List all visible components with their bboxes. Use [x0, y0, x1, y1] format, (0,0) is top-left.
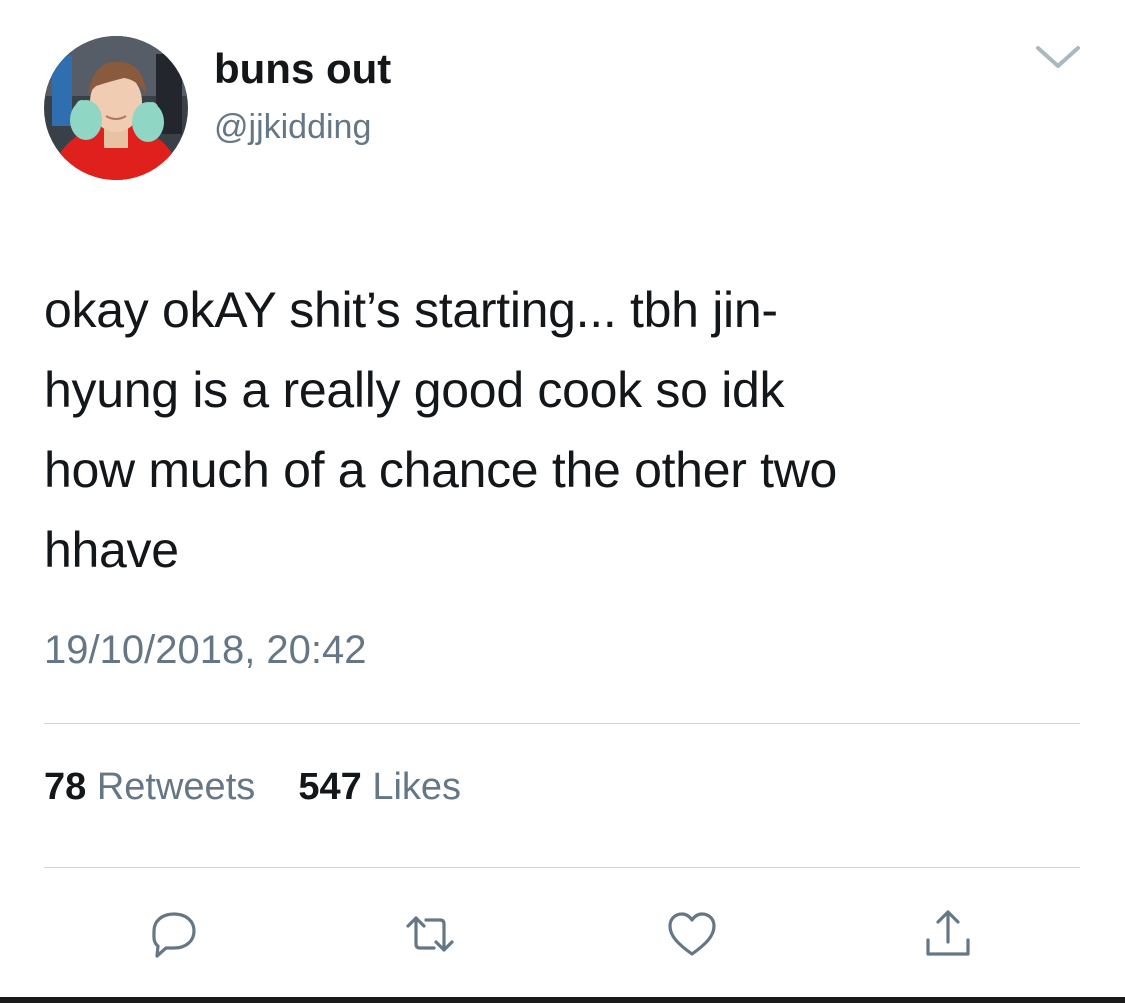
- likes-count: 547: [298, 766, 362, 808]
- likes-label: Likes: [372, 766, 462, 808]
- tweet-text: okay okAY shit’s starting... tbh jin- hy…: [44, 282, 838, 578]
- bottom-edge-bar: [0, 997, 1125, 1003]
- share-icon[interactable]: [920, 906, 976, 962]
- retweet-icon[interactable]: [402, 906, 458, 962]
- author-handle[interactable]: @jjkidding: [214, 106, 371, 148]
- tweet-card: buns out @jjkidding okay okAY shit’s sta…: [0, 0, 1125, 1003]
- author-display-name[interactable]: buns out: [214, 44, 391, 94]
- likes-stat[interactable]: 547 Likes: [288, 766, 461, 808]
- like-heart-icon[interactable]: [664, 906, 720, 962]
- author-avatar[interactable]: [44, 36, 188, 180]
- avatar-image: [44, 36, 188, 180]
- divider: [44, 867, 1080, 868]
- more-options-chevron-down-icon[interactable]: [1032, 38, 1084, 78]
- retweets-label: Retweets: [96, 766, 256, 808]
- reply-icon[interactable]: [146, 906, 202, 962]
- tweet-timestamp: 19/10/2018, 20:42: [44, 628, 367, 672]
- retweets-stat[interactable]: 78 Retweets: [44, 766, 266, 808]
- retweets-count: 78: [44, 766, 87, 808]
- tweet-stats: 78 Retweets 547 Likes: [44, 764, 461, 810]
- divider: [44, 723, 1080, 724]
